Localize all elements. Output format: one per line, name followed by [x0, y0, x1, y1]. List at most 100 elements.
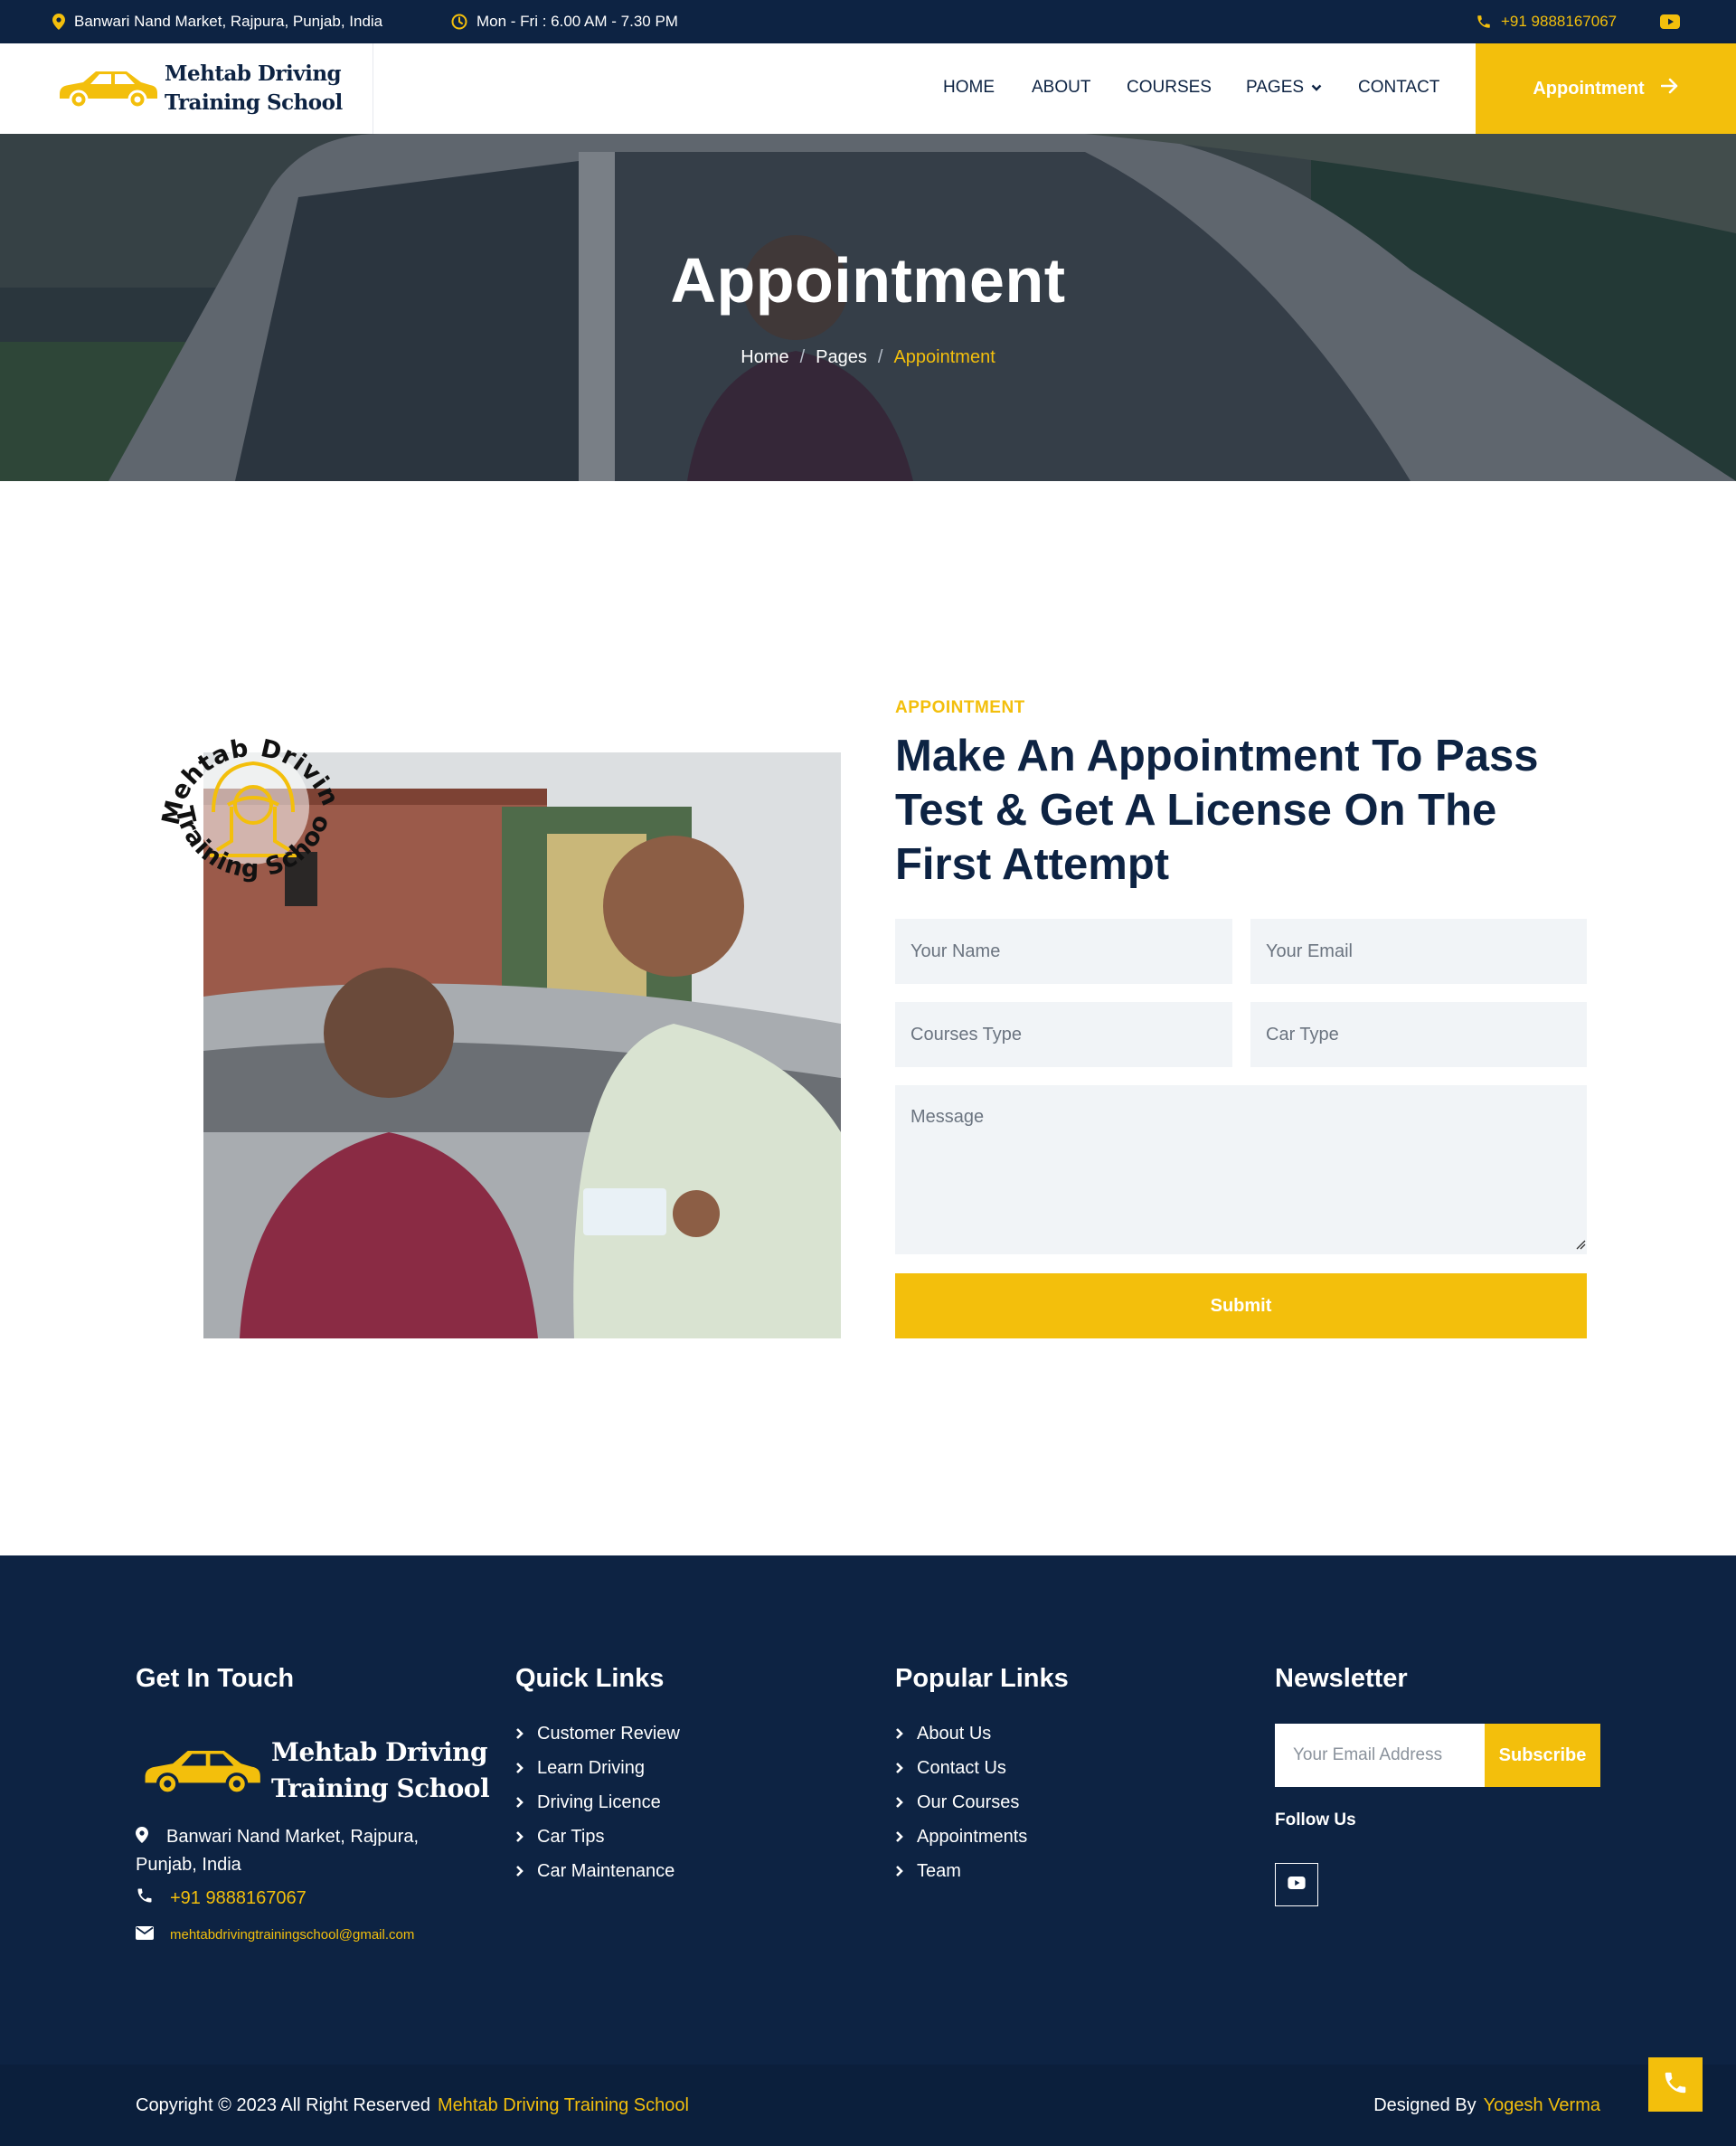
page-title: Appointment: [670, 245, 1066, 316]
quick-link[interactable]: Customer Review: [515, 1716, 680, 1751]
main-navbar: Mehtab Driving Training School HOME ABOU…: [0, 43, 1736, 134]
popular-links-title: Popular Links: [895, 1664, 1069, 1693]
section-heading-line: Make An Appointment To Pass: [895, 732, 1539, 780]
quick-link-label: Learn Driving: [537, 1757, 645, 1778]
arrow-right-icon: [1660, 78, 1679, 99]
chevron-right-icon: [895, 1865, 906, 1877]
newsletter-title: Newsletter: [1275, 1664, 1408, 1693]
quick-links-list: Customer Review Learn Driving Driving Li…: [515, 1716, 680, 1888]
floating-call-button[interactable]: [1648, 2057, 1703, 2112]
chevron-right-icon: [895, 1796, 906, 1809]
designed-by-label: Designed By: [1373, 2094, 1477, 2115]
popular-links-list: About Us Contact Us Our Courses Appointm…: [895, 1716, 1027, 1888]
nav-home[interactable]: HOME: [943, 78, 995, 98]
page-hero: Appointment Home / Pages / Appointment: [0, 134, 1736, 481]
quick-link[interactable]: Car Maintenance: [515, 1854, 680, 1888]
footer-youtube-button[interactable]: [1275, 1863, 1318, 1906]
brand-name-line1: Mehtab Driving: [165, 61, 342, 86]
map-pin-icon: [136, 1824, 166, 1851]
car-logo-icon: [136, 1739, 268, 1803]
breadcrumb: Home / Pages / Appointment: [0, 347, 1736, 368]
chevron-right-icon: [895, 1762, 906, 1774]
car-type-input[interactable]: [1250, 1002, 1587, 1067]
email-input[interactable]: [1250, 919, 1587, 984]
nav-courses[interactable]: COURSES: [1127, 78, 1212, 98]
course-type-input[interactable]: [895, 1002, 1232, 1067]
footer-logo[interactable]: Mehtab Driving Training School: [136, 1735, 490, 1807]
footer-email-text[interactable]: mehtabdrivingtrainingschool@gmail.com: [170, 1927, 414, 1943]
appointment-button-label: Appointment: [1533, 78, 1645, 99]
footer-phone-text[interactable]: +91 9888167067: [170, 1888, 307, 1909]
chevron-down-icon: [1311, 78, 1322, 98]
chevron-right-icon: [895, 1830, 906, 1843]
topbar-hours-text: Mon - Fri : 6.00 AM - 7.30 PM: [476, 13, 678, 30]
site-logo[interactable]: Mehtab Driving Training School: [0, 43, 373, 134]
chevron-right-icon: [515, 1727, 526, 1740]
youtube-link[interactable]: [1660, 0, 1680, 43]
appointment-button[interactable]: Appointment: [1476, 43, 1736, 134]
copyright-bar: Copyright © 2023 All Right Reserved Meht…: [0, 2065, 1736, 2146]
clock-icon: [451, 14, 467, 30]
designer-link[interactable]: Yogesh Verma: [1484, 2095, 1600, 2116]
footer-brand-line2: Training School: [271, 1773, 490, 1803]
site-footer: Get In Touch Mehtab Driving Training Sch…: [0, 1555, 1736, 2065]
top-info-bar: Banwari Nand Market, Rajpura, Punjab, In…: [0, 0, 1736, 43]
envelope-icon: [136, 1926, 154, 1943]
popular-link[interactable]: Team: [895, 1854, 1027, 1888]
breadcrumb-home[interactable]: Home: [741, 347, 788, 368]
popular-link[interactable]: About Us: [895, 1716, 1027, 1751]
popular-link[interactable]: Contact Us: [895, 1751, 1027, 1785]
newsletter-email-input[interactable]: [1275, 1724, 1485, 1787]
chevron-right-icon: [895, 1727, 906, 1740]
phone-icon: [1476, 14, 1492, 30]
name-input[interactable]: [895, 919, 1232, 984]
topbar-address: Banwari Nand Market, Rajpura, Punjab, In…: [52, 0, 382, 43]
quick-link-label: Driving Licence: [537, 1791, 661, 1812]
submit-button[interactable]: Submit: [895, 1273, 1587, 1338]
youtube-icon[interactable]: [1660, 14, 1680, 29]
nav-about[interactable]: ABOUT: [1032, 78, 1090, 98]
popular-link-label: Contact Us: [917, 1757, 1006, 1778]
quick-link[interactable]: Car Tips: [515, 1820, 680, 1854]
quick-link-label: Car Tips: [537, 1826, 605, 1847]
section-kicker: APPOINTMENT: [895, 698, 1025, 717]
quick-link[interactable]: Driving Licence: [515, 1785, 680, 1820]
school-badge-logo: Mehtab Driving Training School: [145, 696, 344, 884]
popular-link[interactable]: Appointments: [895, 1820, 1027, 1854]
map-pin-icon: [52, 14, 65, 30]
section-heading-line: Test & Get A License On The: [895, 786, 1497, 835]
popular-link-label: Team: [917, 1860, 961, 1881]
follow-us-label: Follow Us: [1275, 1810, 1356, 1829]
breadcrumb-separator: /: [877, 347, 883, 367]
popular-link-label: About Us: [917, 1723, 992, 1744]
topbar-phone-text[interactable]: +91 9888167067: [1501, 13, 1617, 31]
chevron-right-icon: [515, 1796, 526, 1809]
quick-link[interactable]: Learn Driving: [515, 1751, 680, 1785]
copyright-prefix: Copyright © 2023 All Right Reserved: [136, 2094, 431, 2115]
resize-handle-icon[interactable]: [1575, 1239, 1586, 1250]
copyright-brand-link[interactable]: Mehtab Driving Training School: [438, 2095, 689, 2116]
chevron-right-icon: [515, 1865, 526, 1877]
breadcrumb-pages[interactable]: Pages: [816, 347, 867, 368]
nav-pages[interactable]: PAGES: [1246, 78, 1322, 98]
designer-credit: Designed By Yogesh Verma: [1373, 2065, 1600, 2146]
nav-pages-label: PAGES: [1246, 78, 1305, 97]
quick-links-title: Quick Links: [515, 1664, 665, 1693]
footer-phone[interactable]: +91 9888167067: [136, 1886, 307, 1910]
popular-link[interactable]: Our Courses: [895, 1785, 1027, 1820]
chevron-right-icon: [515, 1830, 526, 1843]
copyright-text: Copyright © 2023 All Right Reserved Meht…: [136, 2065, 689, 2146]
topbar-phone[interactable]: +91 9888167067: [1476, 0, 1617, 43]
footer-address-text: Banwari Nand Market, Rajpura, Punjab, In…: [136, 1827, 420, 1875]
brand-name-line2: Training School: [165, 90, 343, 115]
nav-contact[interactable]: CONTACT: [1358, 78, 1439, 98]
chevron-right-icon: [515, 1762, 526, 1774]
message-textarea[interactable]: [895, 1085, 1587, 1254]
topbar-hours: Mon - Fri : 6.00 AM - 7.30 PM: [451, 0, 678, 43]
footer-email[interactable]: mehtabdrivingtrainingschool@gmail.com: [136, 1926, 414, 1943]
topbar-address-text: Banwari Nand Market, Rajpura, Punjab, In…: [74, 13, 383, 30]
car-logo-icon: [54, 61, 161, 117]
subscribe-button[interactable]: Subscribe: [1485, 1724, 1600, 1787]
section-heading-line: First Attempt: [895, 840, 1170, 889]
phone-icon: [1662, 2069, 1689, 2101]
